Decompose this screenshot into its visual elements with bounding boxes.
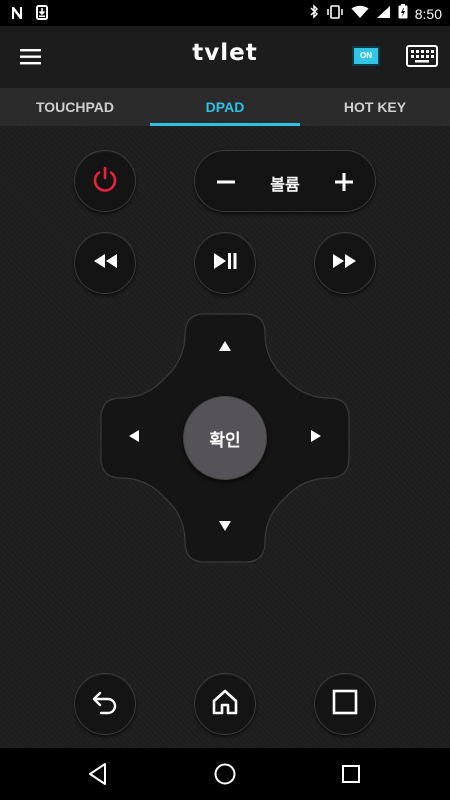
battery-icon: [398, 4, 408, 24]
keyboard-icon[interactable]: [406, 45, 438, 67]
power-icon: [90, 164, 120, 199]
home-button[interactable]: [194, 673, 256, 735]
vibrate-icon: [326, 4, 344, 24]
back-button[interactable]: [74, 673, 136, 735]
rewind-button[interactable]: [74, 232, 136, 294]
arrow-down-icon: [218, 519, 232, 537]
back-arrow-icon: [91, 689, 119, 720]
system-nav-bar: [0, 748, 450, 800]
dpad-right-button[interactable]: [298, 420, 334, 456]
system-recents-icon[interactable]: [337, 760, 365, 788]
tab-touchpad[interactable]: TOUCHPAD: [0, 88, 150, 126]
app-bar: tvlet ON: [0, 26, 450, 88]
bluetooth-icon: [309, 4, 319, 24]
recent-apps-button[interactable]: [314, 673, 376, 735]
dpad-down-button[interactable]: [207, 510, 243, 546]
tab-bar: TOUCHPAD DPAD HOT KEY: [0, 88, 450, 126]
status-bar: 8:50: [0, 0, 450, 26]
download-icon: [36, 5, 48, 25]
volume-down-button[interactable]: [209, 165, 243, 199]
app-title: tvlet: [192, 40, 258, 66]
arrow-left-icon: [128, 429, 140, 448]
square-icon: [332, 689, 358, 720]
fast-forward-icon: [331, 251, 359, 276]
power-button[interactable]: [74, 150, 136, 212]
arrow-up-icon: [218, 339, 232, 357]
n-notification-icon: [10, 6, 24, 25]
signal-icon: [376, 5, 391, 24]
play-pause-button[interactable]: [194, 232, 256, 294]
tab-dpad[interactable]: DPAD: [150, 88, 300, 126]
dpad-up-button[interactable]: [207, 330, 243, 366]
volume-control: 볼륨: [194, 150, 376, 212]
ok-button[interactable]: 확인: [183, 396, 267, 480]
fast-forward-button[interactable]: [314, 232, 376, 294]
wifi-icon: [351, 5, 369, 24]
on-toggle-button[interactable]: ON: [352, 46, 380, 66]
rewind-icon: [91, 251, 119, 276]
arrow-right-icon: [310, 429, 322, 448]
volume-label: 볼륨: [270, 175, 300, 194]
play-pause-icon: [211, 251, 239, 276]
system-home-icon[interactable]: [211, 760, 239, 788]
status-time: 8:50: [414, 6, 442, 22]
tab-hot-key[interactable]: HOT KEY: [300, 88, 450, 126]
system-back-icon[interactable]: [85, 760, 113, 788]
volume-up-button[interactable]: [327, 165, 361, 199]
dpad-left-button[interactable]: [116, 420, 152, 456]
home-icon: [211, 688, 239, 721]
